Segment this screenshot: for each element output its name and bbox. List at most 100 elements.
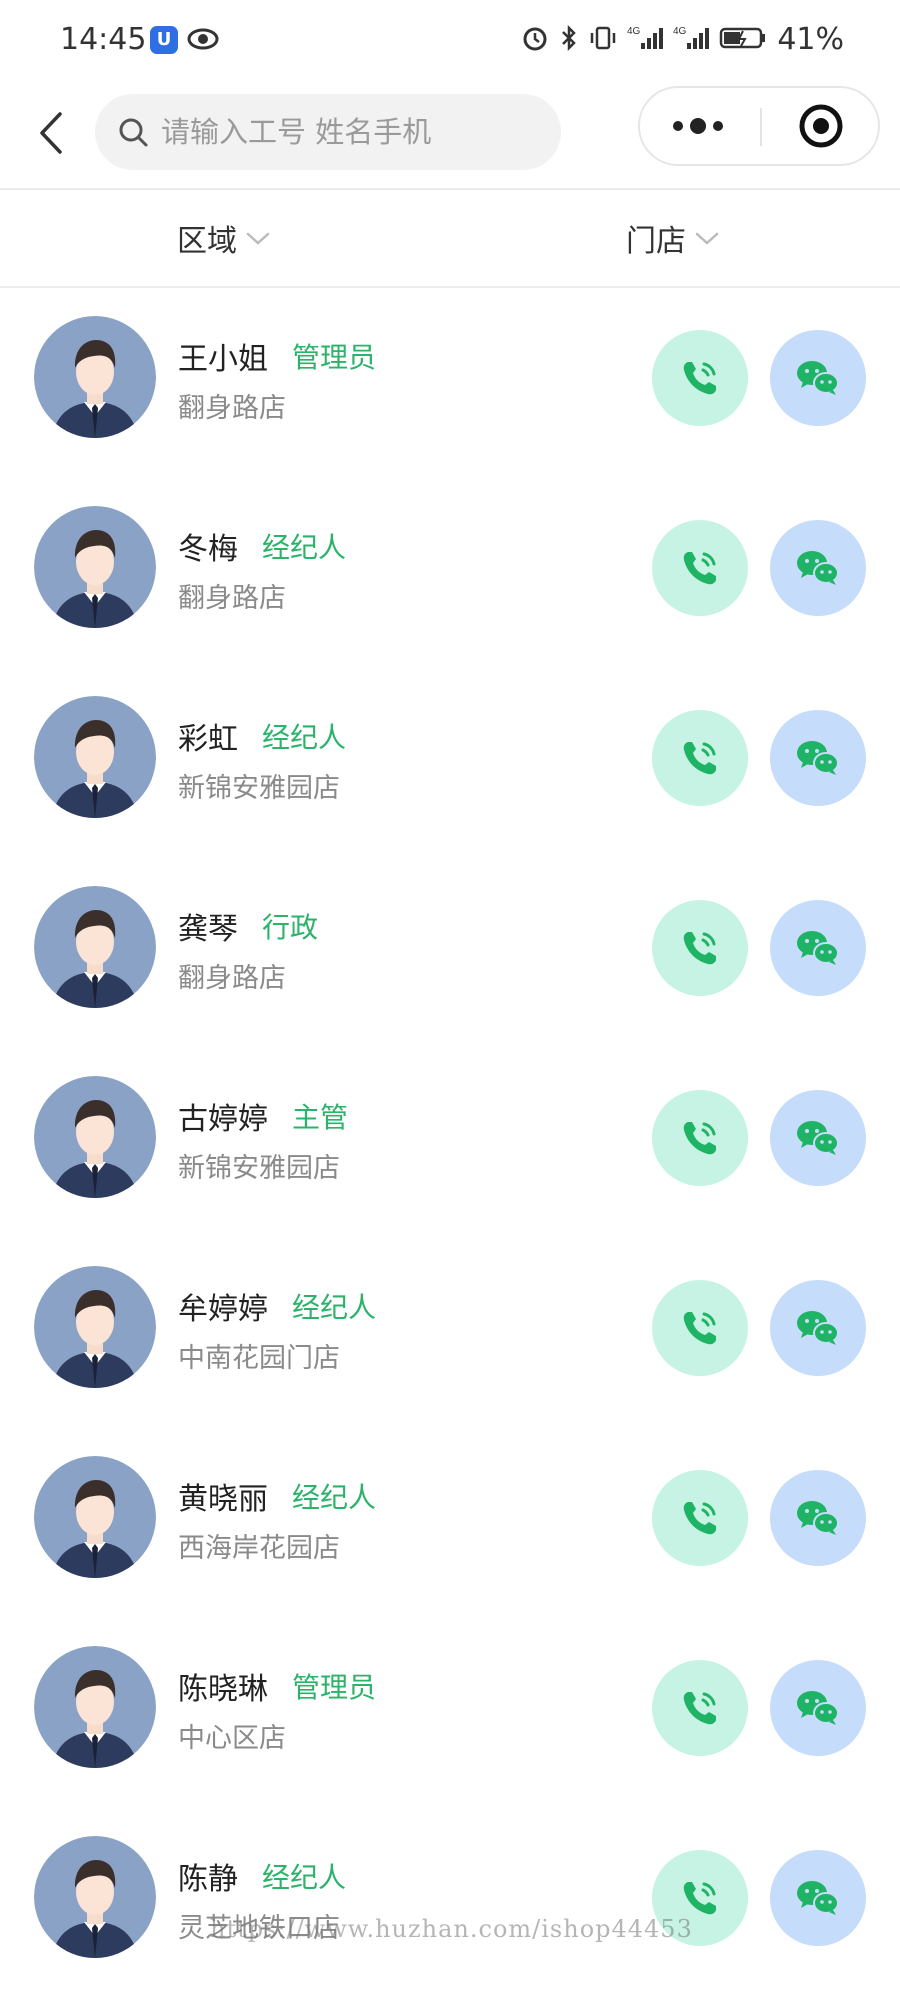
person-avatar-icon [34, 886, 156, 1008]
staff-row[interactable]: 龚琴 行政 翻身路店 [0, 860, 900, 1050]
call-button[interactable] [652, 330, 748, 426]
search-box[interactable] [95, 94, 561, 170]
staff-store: 新锦安雅园店 [178, 773, 340, 804]
more-dots-icon [673, 118, 723, 134]
staff-list: 王小姐 管理员 翻身路店 冬梅 经纪人 翻身路店 彩虹 经纪人 新锦安雅园店 龚… [0, 290, 900, 2000]
phone-icon [683, 1502, 716, 1535]
staff-name: 牟婷婷 [178, 1292, 268, 1327]
staff-row[interactable]: 陈晓琳 管理员 中心区店 [0, 1620, 900, 1810]
chevron-down-icon [695, 232, 719, 245]
more-button[interactable] [640, 88, 760, 164]
staff-role-badge: 主管 [292, 1101, 349, 1134]
wechat-button[interactable] [770, 1850, 866, 1946]
staff-row[interactable]: 彩虹 经纪人 新锦安雅园店 [0, 670, 900, 860]
wechat-button[interactable] [770, 1660, 866, 1756]
back-button[interactable] [36, 108, 76, 158]
staff-row[interactable]: 牟婷婷 经纪人 中南花园门店 [0, 1240, 900, 1430]
avatar [34, 506, 156, 628]
phone-icon [683, 362, 716, 395]
staff-role-badge: 经纪人 [262, 1861, 347, 1894]
nav-bar [0, 80, 900, 190]
staff-store: 翻身路店 [178, 583, 286, 614]
person-avatar-icon [34, 1646, 156, 1768]
staff-name: 陈晓琳 [178, 1672, 268, 1707]
close-mini-program-button[interactable] [764, 88, 878, 164]
staff-row[interactable]: 黄晓丽 经纪人 西海岸花园店 [0, 1430, 900, 1620]
bluetooth-icon [559, 23, 579, 57]
wechat-icon [797, 551, 839, 585]
call-button[interactable] [652, 1090, 748, 1186]
wechat-button[interactable] [770, 520, 866, 616]
call-button[interactable] [652, 520, 748, 616]
chevron-down-icon [246, 232, 270, 245]
staff-name: 龚琴 [178, 912, 238, 947]
person-avatar-icon [34, 1076, 156, 1198]
staff-name: 古婷婷 [178, 1102, 268, 1137]
wechat-button[interactable] [770, 1090, 866, 1186]
staff-store: 西海岸花园店 [178, 1533, 340, 1564]
phone-icon [683, 932, 716, 965]
wechat-button[interactable] [770, 900, 866, 996]
search-input[interactable] [161, 115, 541, 149]
staff-name: 黄晓丽 [178, 1482, 268, 1517]
search-icon [119, 118, 148, 147]
person-avatar-icon [34, 316, 156, 438]
staff-store: 翻身路店 [178, 393, 286, 424]
staff-row[interactable]: 冬梅 经纪人 翻身路店 [0, 480, 900, 670]
signal-4g-icon: 4G [627, 23, 664, 57]
chevron-left-icon [40, 112, 62, 154]
phone-icon [683, 742, 716, 775]
eye-icon [186, 24, 220, 58]
watermark: https://www.huzhan.com/ishop44453 [210, 1915, 693, 1943]
phone-icon [683, 1692, 716, 1725]
staff-name: 彩虹 [178, 722, 238, 757]
svg-text:4G: 4G [627, 26, 641, 37]
wechat-icon [797, 361, 839, 395]
wechat-button[interactable] [770, 710, 866, 806]
battery-icon [719, 23, 767, 57]
staff-row[interactable]: 陈静 经纪人 灵芝地铁口店 [0, 1810, 900, 2000]
phone-icon [683, 1882, 716, 1915]
person-avatar-icon [34, 1266, 156, 1388]
staff-store: 翻身路店 [178, 963, 286, 994]
person-avatar-icon [34, 1836, 156, 1958]
staff-store: 中南花园门店 [178, 1343, 340, 1374]
wechat-icon [797, 931, 839, 965]
target-circle-icon [799, 104, 843, 148]
staff-name: 王小姐 [178, 342, 268, 377]
person-avatar-icon [34, 506, 156, 628]
wechat-button[interactable] [770, 1280, 866, 1376]
signal-4g-icon: 4G [673, 23, 710, 57]
call-button[interactable] [652, 1660, 748, 1756]
staff-store: 中心区店 [178, 1723, 286, 1754]
store-filter[interactable]: 门店 [626, 216, 720, 260]
wechat-button[interactable] [770, 330, 866, 426]
status-time: 14:45 [60, 22, 147, 57]
wechat-button[interactable] [770, 1470, 866, 1566]
staff-role-badge: 管理员 [292, 341, 377, 374]
avatar [34, 1836, 156, 1958]
avatar [34, 1456, 156, 1578]
call-button[interactable] [652, 1280, 748, 1376]
staff-role-badge: 经纪人 [262, 721, 347, 754]
staff-role-badge: 经纪人 [292, 1481, 377, 1514]
staff-role-badge: 管理员 [292, 1671, 377, 1704]
capsule-divider [760, 108, 762, 146]
call-button[interactable] [652, 900, 748, 996]
staff-row[interactable]: 古婷婷 主管 新锦安雅园店 [0, 1050, 900, 1240]
vibrate-icon [589, 23, 617, 57]
staff-row[interactable]: 王小姐 管理员 翻身路店 [0, 290, 900, 480]
wechat-icon [797, 741, 839, 775]
wechat-icon [797, 1881, 839, 1915]
staff-role-badge: 行政 [262, 911, 319, 944]
status-bar: 14:45 U 4G 4G 41% [0, 0, 900, 80]
battery-percent: 41% [777, 22, 844, 57]
call-button[interactable] [652, 1470, 748, 1566]
staff-role-badge: 经纪人 [292, 1291, 377, 1324]
region-filter[interactable]: 区域 [177, 216, 271, 260]
call-button[interactable] [652, 710, 748, 806]
avatar [34, 886, 156, 1008]
wechat-icon [797, 1121, 839, 1155]
staff-store: 新锦安雅园店 [178, 1153, 340, 1184]
app-badge-icon: U [150, 26, 178, 54]
